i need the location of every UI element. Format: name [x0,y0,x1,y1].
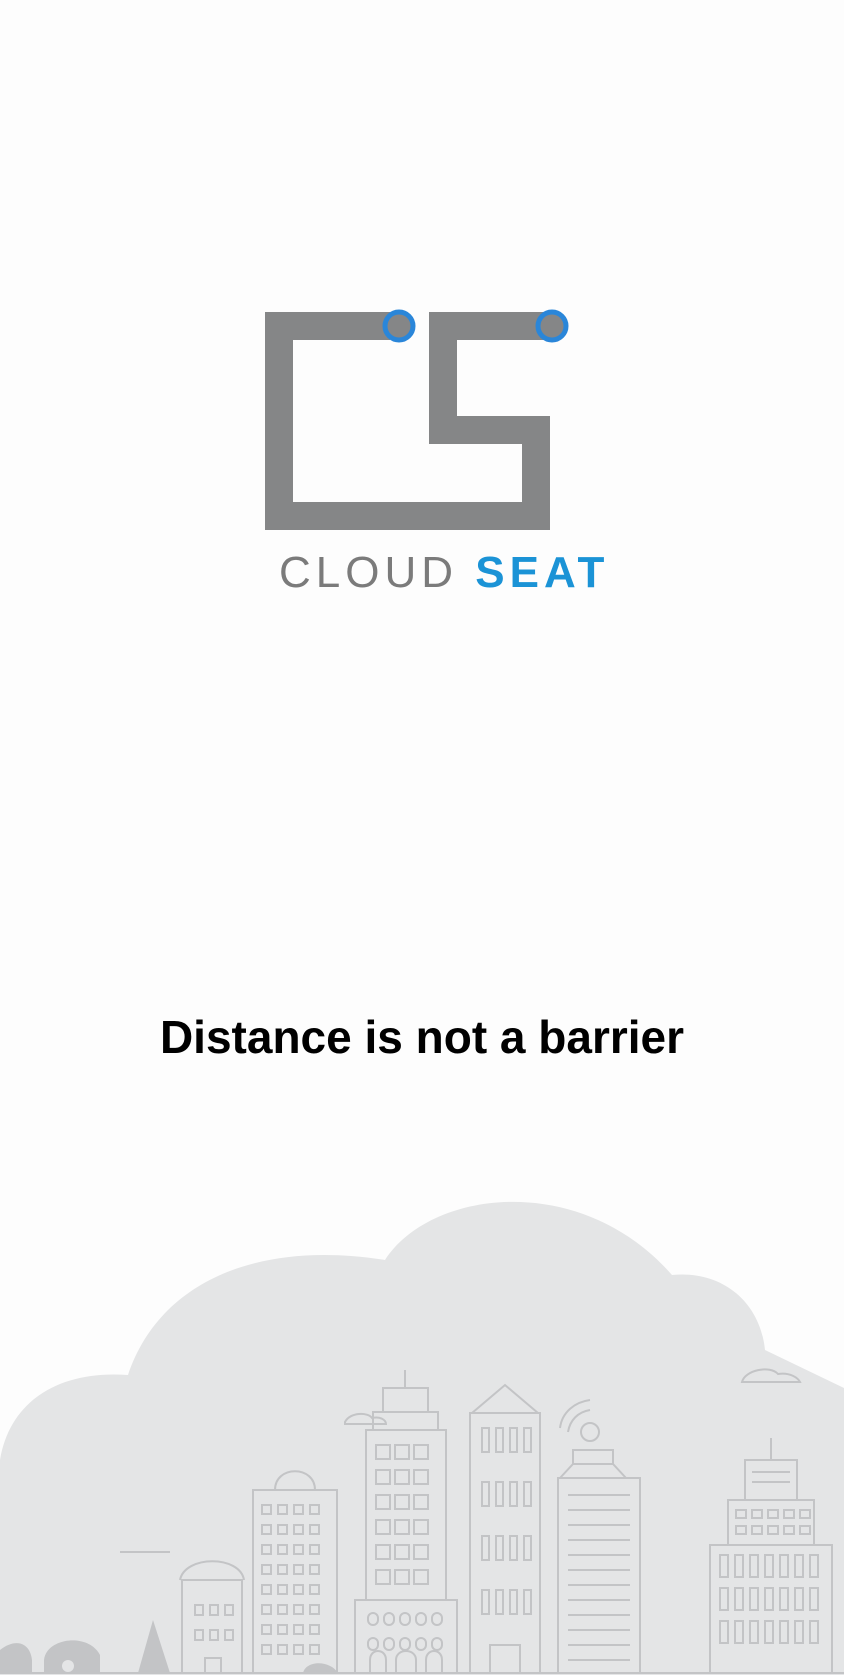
brand-word-seat: SEAT [475,548,610,597]
cs-logo-mark [265,309,569,530]
brand-wordmark: CLOUD SEAT [279,551,609,595]
brand-word-cloud: CLOUD [279,548,459,597]
tagline: Distance is not a barrier [159,1011,685,1063]
city-skyline-illustration [0,1201,844,1675]
